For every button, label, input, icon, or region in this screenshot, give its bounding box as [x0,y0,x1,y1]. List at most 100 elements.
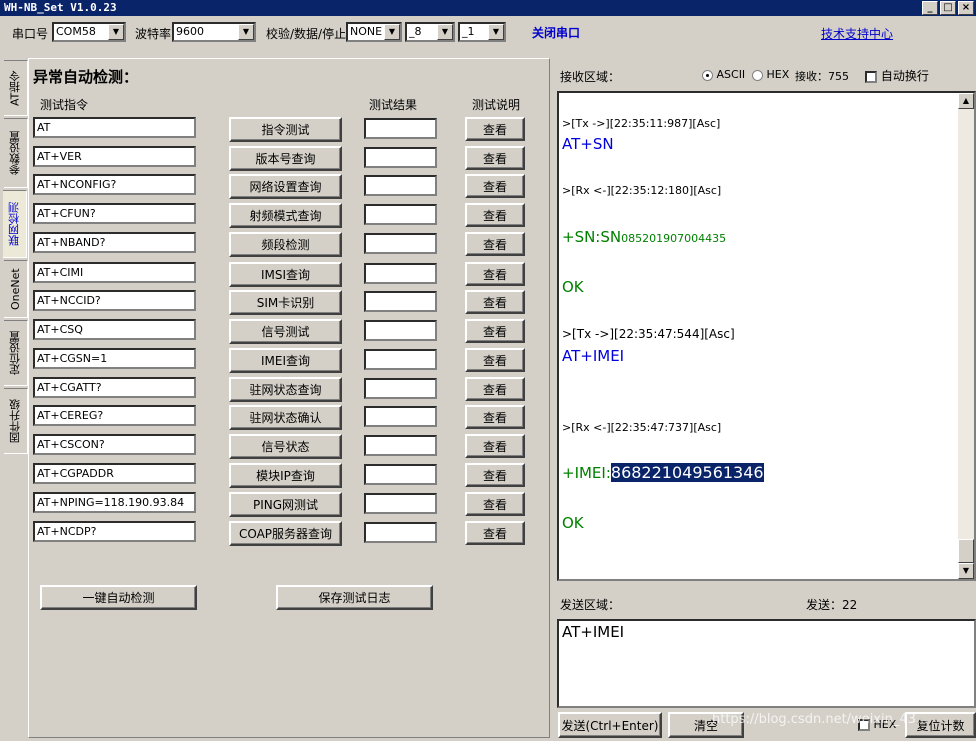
view-button[interactable]: 查看 [465,174,525,198]
cmd-input[interactable]: AT+CEREG? [33,405,196,426]
view-button[interactable]: 查看 [465,232,525,256]
cmd-input[interactable]: AT+VER [33,146,196,167]
close-button[interactable]: × [958,1,974,15]
view-button[interactable]: 查看 [465,290,525,314]
cmd-input[interactable]: AT+CFUN? [33,203,196,224]
tx-count: 发送：22 [806,598,858,612]
test-button[interactable]: 模块IP查询 [229,463,342,488]
log-line: AT+SN [562,135,614,153]
view-button[interactable]: 查看 [465,117,525,141]
radio-hex[interactable] [752,69,763,81]
save-log-button[interactable]: 保存测试日志 [276,585,433,610]
view-button[interactable]: 查看 [465,405,525,429]
result-field [364,263,437,284]
test-button[interactable]: 版本号查询 [229,146,342,171]
cmd-input[interactable]: AT+CGATT? [33,377,196,398]
chevron-down-icon: ▼ [238,24,254,40]
send-button[interactable]: 发送(Ctrl+Enter) [558,712,662,738]
result-field [364,175,437,196]
rx-count: 接收：755 [795,70,849,83]
test-button[interactable]: IMSI查询 [229,262,342,287]
test-button[interactable]: COAP服务器查询 [229,521,342,546]
test-button[interactable]: SIM卡识别 [229,290,342,315]
minimize-button[interactable]: _ [922,1,938,15]
cmd-input[interactable]: AT+CIMI [33,262,196,283]
test-button[interactable]: 频段检测 [229,232,342,257]
baud-select[interactable]: 9600 ▼ [172,22,256,42]
radio-ascii[interactable] [702,69,713,81]
hex-option[interactable]: HEX [752,68,789,81]
view-button[interactable]: 查看 [465,463,525,487]
log-line: >[Tx ->][22:35:47:544][Asc] [562,327,735,341]
cmd-input[interactable]: AT+CSQ [33,319,196,340]
port-label: 串口号 [12,27,49,41]
tab-location[interactable]: 定位设置 [4,320,28,386]
tab-network-check[interactable]: 联网检测 [3,190,27,258]
scroll-thumb[interactable] [958,539,974,563]
title-bar: WH-NB_Set V1.0.23 _ □ × [0,0,976,16]
col-header-cmd: 测试指令 [40,98,89,112]
result-field [364,378,437,399]
auto-wrap-option[interactable]: 自动换行 [865,67,929,84]
test-button[interactable]: PING网测试 [229,492,342,517]
cmd-input[interactable]: AT [33,117,196,138]
test-button[interactable]: 驻网状态确认 [229,405,342,430]
test-button[interactable]: 信号测试 [229,319,342,344]
port-select[interactable]: COM58 ▼ [52,22,126,42]
cmd-input[interactable]: AT+NCDP? [33,521,196,542]
tx-textarea[interactable]: AT+IMEI [557,619,976,708]
view-button[interactable]: 查看 [465,262,525,286]
test-button[interactable]: 网络设置查询 [229,174,342,199]
parity-label: 校验/数据/停止 [266,27,347,41]
support-link[interactable]: 技术支持中心 [821,25,893,42]
tab-params[interactable]: 参数设置 [4,118,28,188]
log-line: OK [562,278,584,296]
result-field [364,291,437,312]
view-button[interactable]: 查看 [465,348,525,372]
view-button[interactable]: 查看 [465,521,525,545]
result-field [364,233,437,254]
tab-onenet[interactable]: OneNet [4,260,28,318]
view-button[interactable]: 查看 [465,146,525,170]
tx-label: 发送区域： [560,598,621,612]
cmd-input[interactable]: AT+NCONFIG? [33,174,196,195]
test-button[interactable]: IMEI查询 [229,348,342,373]
view-button[interactable]: 查看 [465,377,525,401]
maximize-button[interactable]: □ [940,1,956,15]
stopbits-select[interactable]: _1 ▼ [458,22,506,42]
chevron-down-icon: ▼ [384,24,400,40]
cmd-input[interactable]: AT+NCCID? [33,290,196,311]
window-title: WH-NB_Set V1.0.23 [4,1,117,14]
rx-textarea[interactable]: >[Tx ->][22:35:11:987][Asc] AT+SN >[Rx <… [557,91,976,581]
view-button[interactable]: 查看 [465,434,525,458]
view-button[interactable]: 查看 [465,319,525,343]
result-field [364,522,437,543]
auto-wrap-checkbox[interactable] [865,70,877,83]
rx-scrollbar[interactable]: ▲ ▼ [958,93,974,579]
view-button[interactable]: 查看 [465,492,525,516]
cmd-input[interactable]: AT+NBAND? [33,232,196,253]
test-button[interactable]: 指令测试 [229,117,342,142]
test-button[interactable]: 驻网状态查询 [229,377,342,402]
parity-select[interactable]: NONE ▼ [346,22,402,42]
result-field [364,147,437,168]
cmd-input[interactable]: AT+CSCON? [33,434,196,455]
cmd-input[interactable]: AT+NPING=118.190.93.84 [33,492,196,513]
result-field [364,204,437,225]
cmd-input[interactable]: AT+CGPADDR [33,463,196,484]
ascii-option[interactable]: ASCII [702,68,745,81]
databits-select[interactable]: _8 ▼ [405,22,455,42]
cmd-input[interactable]: AT+CGSN=1 [33,348,196,369]
scroll-up-icon[interactable]: ▲ [958,93,974,109]
result-field [364,435,437,456]
tab-at-commands[interactable]: AT指令 [4,60,28,116]
test-button[interactable]: 射频模式查询 [229,203,342,228]
view-button[interactable]: 查看 [465,203,525,227]
tab-firmware[interactable]: 固件升级 [4,388,28,454]
log-line: >[Rx <-][22:35:47:737][Asc] [562,421,722,434]
test-button[interactable]: 信号状态 [229,434,342,459]
close-port-link[interactable]: 关闭串口 [532,24,580,41]
baud-label: 波特率 [135,27,172,41]
auto-check-button[interactable]: 一键自动检测 [40,585,197,610]
scroll-down-icon[interactable]: ▼ [958,563,974,579]
